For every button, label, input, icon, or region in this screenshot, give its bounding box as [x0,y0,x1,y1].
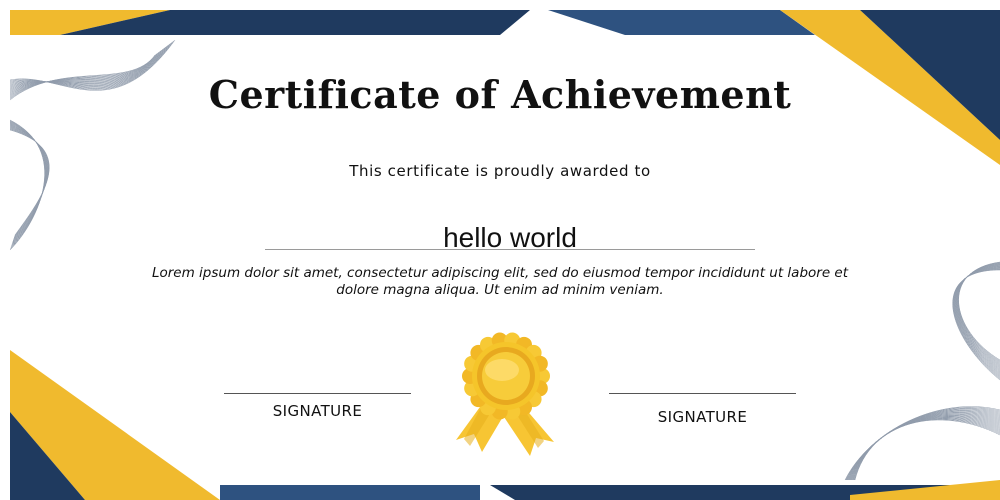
signature-label-right: SIGNATURE [657,408,748,426]
wave-line [9,120,46,250]
award-ribbon-icon [456,332,554,456]
wave-line [9,121,46,248]
wave-line [9,122,47,247]
certificate-title: Certificate of Achievement [208,72,792,117]
certificate-description: Lorem ipsum dolor sit amet, consectetur … [151,265,849,298]
wave-line [852,417,1000,481]
wave-line [9,120,46,249]
signature-line-left [224,393,411,394]
wave-line [957,262,1000,363]
name-underline [265,249,755,250]
signature-label-left: SIGNATURE [272,402,363,420]
wave-line [853,418,1000,481]
wave-line [9,119,45,251]
wave-line [853,418,1000,481]
signature-line-right [609,393,796,394]
wave-line [854,419,1000,481]
wave-line [853,418,1000,481]
wave-line [850,414,1000,481]
certificate: Certificate of Achievement This certific… [0,0,1000,500]
certificate-subtitle: This certificate is proudly awarded to [349,162,651,180]
wave-line [854,419,1000,481]
wave-line [9,121,46,248]
wave-line [852,417,1000,481]
